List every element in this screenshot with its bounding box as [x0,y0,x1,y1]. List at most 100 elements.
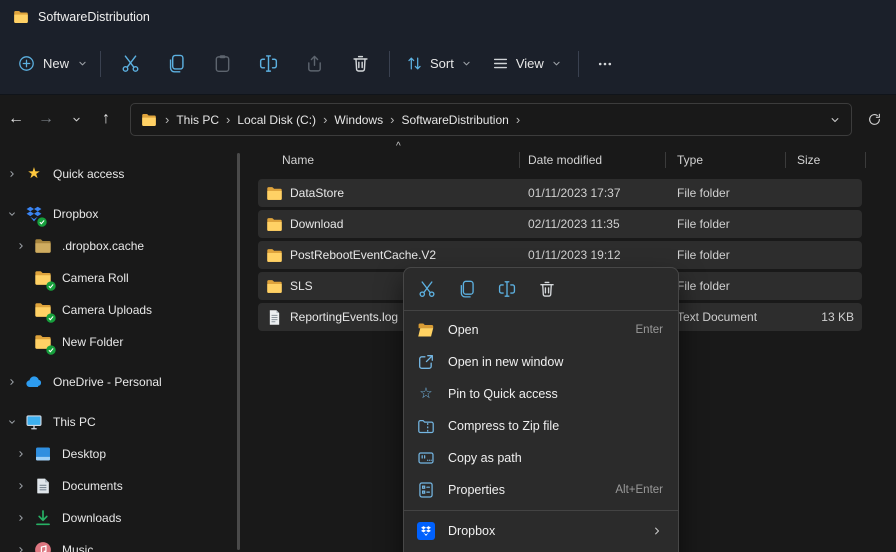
expand-chevron-icon[interactable] [14,511,28,525]
window-tab[interactable]: SoftwareDistribution [13,9,150,25]
expand-chevron-icon[interactable] [5,375,19,389]
menu-item-compress-to-zip[interactable]: Compress to Zip file [404,410,678,442]
expand-chevron-icon[interactable] [14,447,28,461]
breadcrumb-separator: › [512,112,524,127]
sidebar-item-downloads[interactable]: Downloads [0,502,248,534]
column-header-name[interactable]: Name ^ [258,145,520,175]
sidebar-item-camera-roll[interactable]: Camera Roll [0,262,248,294]
new-button-label: New [43,56,69,71]
breadcrumb-this-pc[interactable]: This PC [173,113,222,127]
new-button[interactable]: New [10,47,94,80]
document-icon [34,477,52,495]
refresh-button[interactable] [861,106,887,132]
column-header-size[interactable]: Size [786,145,866,175]
sidebar-item-desktop[interactable]: Desktop [0,438,248,470]
computer-icon [25,413,43,431]
sidebar-item-dropbox[interactable]: Dropbox [0,198,248,230]
sidebar-item-label: Music [62,543,93,552]
sidebar-item-this-pc[interactable]: This PC [0,406,248,438]
sidebar-item-label: OneDrive - Personal [53,375,162,389]
collapse-chevron-icon[interactable] [5,207,19,221]
sidebar-item-camera-uploads[interactable]: Camera Uploads [0,294,248,326]
folder-icon [266,278,283,295]
sidebar-item-dropbox-cache[interactable]: .dropbox.cache [0,230,248,262]
expand-chevron-icon[interactable] [5,167,19,181]
menu-divider [404,510,678,511]
music-icon [34,541,52,552]
context-menu-quick-actions [404,268,678,310]
column-header-type[interactable]: Type [666,145,786,175]
folder-icon [13,9,29,25]
chevron-down-icon [71,114,82,125]
plus-circle-icon [18,55,35,72]
column-header-date-modified[interactable]: Date modified [520,145,666,175]
rename-icon [259,54,278,73]
address-dropdown-chevron-icon[interactable] [829,114,841,126]
menu-item-dropbox[interactable]: Dropbox [404,515,678,547]
forward-button[interactable]: → [32,105,60,133]
sidebar-item-label: Documents [62,479,123,493]
menu-item-copy-as-path[interactable]: Copy as path [404,442,678,474]
recent-locations-button[interactable] [62,105,90,133]
folder-icon [141,112,157,128]
menu-item-label: Open [448,323,479,337]
file-type: File folder [677,186,730,200]
sidebar-item-quick-access[interactable]: ★ Quick access [0,158,248,190]
sidebar-item-onedrive[interactable]: OneDrive - Personal [0,366,248,398]
sidebar-item-new-folder[interactable]: New Folder [0,326,248,358]
breadcrumb-separator: › [319,112,331,127]
menu-item-properties[interactable]: Properties Alt+Enter [404,474,678,506]
chevron-down-icon [551,58,562,69]
delete-button[interactable] [337,45,383,83]
more-options-button[interactable] [585,45,625,83]
address-row: ← → ↑ › This PC › Local Disk (C:) › Wind… [0,96,896,143]
up-button[interactable]: ↑ [92,105,120,133]
cut-button[interactable] [107,45,153,83]
expand-chevron-icon[interactable] [14,239,28,253]
download-arrow-icon [34,509,52,527]
paste-button[interactable] [199,45,245,83]
breadcrumb-softwaredistribution[interactable]: SoftwareDistribution [398,113,511,127]
file-size: 13 KB [764,310,854,324]
copy-button[interactable] [447,273,487,305]
sort-arrows-icon [406,55,423,72]
table-row-datastore[interactable]: DataStore 01/11/2023 17:37 File folder [258,179,862,207]
sort-ascending-caret-icon: ^ [396,141,401,152]
menu-item-open[interactable]: Open Enter [404,314,678,346]
menu-item-pin-to-quick-access[interactable]: ☆ Pin to Quick access [404,378,678,410]
menu-item-label: Properties [448,483,505,497]
back-button[interactable]: ← [2,105,30,133]
rename-button[interactable] [487,273,527,305]
file-date: 02/11/2023 11:35 [528,217,620,231]
copy-button[interactable] [153,45,199,83]
zip-folder-icon [417,417,435,435]
collapse-chevron-icon[interactable] [5,415,19,429]
view-button[interactable]: View [482,47,572,80]
sidebar-item-label: .dropbox.cache [62,239,144,253]
rename-button[interactable] [245,45,291,83]
sidebar-scrollbar[interactable] [237,153,240,550]
address-bar[interactable]: › This PC › Local Disk (C:) › Windows › … [130,103,852,136]
breadcrumb-local-disk[interactable]: Local Disk (C:) [234,113,319,127]
table-row-postrebooteventcache[interactable]: PostRebootEventCache.V2 01/11/2023 19:12… [258,241,862,269]
properties-icon [417,481,435,499]
column-label: Type [677,153,703,167]
share-button[interactable] [291,45,337,83]
sort-button[interactable]: Sort [396,47,482,80]
chevron-placeholder [14,335,28,349]
sidebar-item-documents[interactable]: Documents [0,470,248,502]
breadcrumb-windows[interactable]: Windows [331,113,386,127]
table-row-download[interactable]: Download 02/11/2023 11:35 File folder [258,210,862,238]
trash-icon [538,280,556,298]
toolbar-divider [389,51,390,77]
sidebar-item-label: Camera Roll [62,271,129,285]
toolbar-divider [578,51,579,77]
cut-button[interactable] [407,273,447,305]
expand-chevron-icon[interactable] [14,479,28,493]
file-name: ReportingEvents.log [290,310,398,324]
menu-item-open-in-new-window[interactable]: Open in new window [404,346,678,378]
expand-chevron-icon[interactable] [14,543,28,552]
delete-button[interactable] [527,273,567,305]
star-icon: ★ [25,165,43,183]
sidebar-item-music[interactable]: Music [0,534,248,552]
